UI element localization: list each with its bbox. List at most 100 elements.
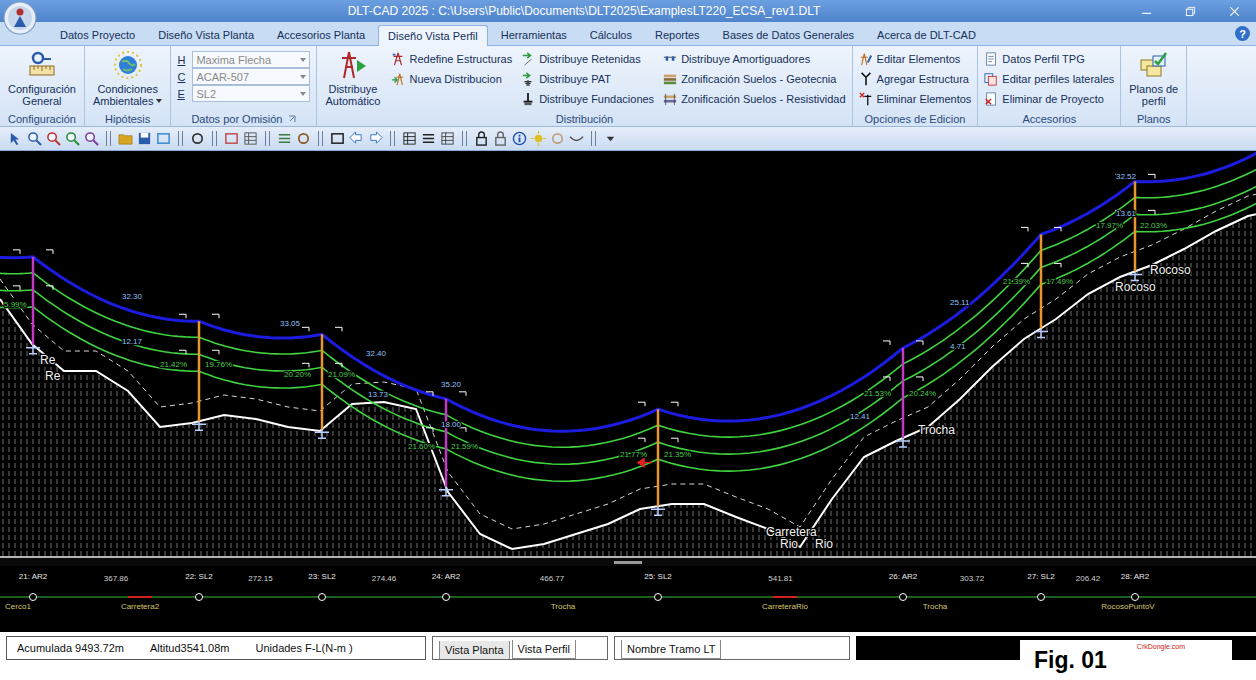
ribbon-button[interactable]: Distribuye Retenidas bbox=[521, 49, 654, 69]
arrow-right-icon[interactable] bbox=[368, 131, 383, 146]
ribbon-button[interactable]: Distribuye Fundaciones bbox=[521, 89, 654, 109]
zoom-previous-icon[interactable] bbox=[84, 131, 99, 146]
tower[interactable] bbox=[302, 327, 342, 438]
ribbon-tab[interactable]: Reportes bbox=[645, 24, 710, 45]
close-button[interactable] bbox=[1212, 0, 1256, 22]
pointer-icon[interactable] bbox=[8, 131, 23, 146]
curve-icon[interactable] bbox=[569, 131, 584, 146]
ribbon-button[interactable]: Nueva Distribucion bbox=[391, 69, 512, 89]
ribbon-tab[interactable]: Acerca de DLT-CAD bbox=[867, 24, 986, 45]
restore-button[interactable] bbox=[1168, 0, 1212, 22]
ribbon-button[interactable]: Redefine Estructuras bbox=[391, 49, 512, 69]
profile-label: Re bbox=[40, 353, 56, 367]
condiciones-ambientales-button[interactable]: CondicionesAmbientales bbox=[91, 49, 165, 108]
more-icon[interactable] bbox=[603, 131, 618, 146]
arrow-left-icon[interactable] bbox=[349, 131, 364, 146]
view-tab[interactable]: Vista Planta bbox=[439, 641, 510, 659]
ribbon-button[interactable]: Distribuye Amortiguadores bbox=[663, 49, 845, 69]
stamp-icon[interactable] bbox=[224, 131, 239, 146]
ribbon-button[interactable]: Agregar Estructura bbox=[859, 69, 969, 89]
zoom-window-icon[interactable] bbox=[27, 131, 42, 146]
planos-de-perfil-button[interactable]: Planos deperfil bbox=[1127, 49, 1180, 108]
edit-tower-icon bbox=[859, 52, 873, 66]
square-icon[interactable] bbox=[330, 131, 345, 146]
structure-label[interactable]: 22: SL2 bbox=[185, 572, 213, 581]
combo-box[interactable]: SL2 bbox=[192, 85, 310, 102]
structure-node[interactable] bbox=[900, 594, 907, 601]
structure-label[interactable]: 25: SL2 bbox=[644, 572, 672, 581]
ribbon-button[interactable]: Editar Elementos bbox=[859, 49, 961, 69]
conductor[interactable] bbox=[0, 176, 1256, 481]
scan-icon[interactable] bbox=[243, 131, 258, 146]
zoom-extents-icon[interactable] bbox=[65, 131, 80, 146]
ribbon-tab[interactable]: Herramientas bbox=[491, 24, 577, 45]
help-button[interactable]: ? bbox=[1235, 26, 1250, 41]
structure-label[interactable]: 24: AR2 bbox=[432, 572, 461, 581]
structure-node[interactable] bbox=[1038, 594, 1045, 601]
section-tab[interactable]: Nombre Tramo LT bbox=[621, 640, 721, 659]
settings-icon[interactable] bbox=[296, 131, 311, 146]
restore-icon bbox=[1185, 6, 1196, 17]
application-menu-button[interactable] bbox=[3, 1, 37, 35]
ribbon-tab[interactable]: Datos Proyecto bbox=[50, 24, 145, 45]
shield-wire[interactable] bbox=[0, 151, 1256, 431]
layers-icon[interactable] bbox=[156, 131, 171, 146]
ribbon-button[interactable]: Zonificación Suelos - Geotecnia bbox=[663, 69, 845, 89]
combo-box[interactable]: Maxima Flecha bbox=[192, 51, 310, 68]
rows-icon[interactable] bbox=[440, 131, 455, 146]
refresh-icon[interactable] bbox=[190, 131, 205, 146]
structure-node[interactable] bbox=[196, 594, 203, 601]
ribbon-tab[interactable]: Accesorios Planta bbox=[267, 24, 375, 45]
light-icon[interactable] bbox=[531, 131, 546, 146]
configuracion-general-button[interactable]: ConfiguraciónGeneral bbox=[6, 49, 78, 108]
dropdown-arrow-icon bbox=[300, 92, 306, 96]
minimize-button[interactable] bbox=[1124, 0, 1168, 22]
distribuye-automatico-button[interactable]: DistribuyeAutomático bbox=[323, 49, 382, 108]
tools-icon[interactable] bbox=[277, 131, 292, 146]
ribbon-tab[interactable]: Diseño Vista Perfil bbox=[378, 25, 488, 46]
structure-label[interactable]: 21: AR2 bbox=[19, 572, 48, 581]
ribbon-button[interactable]: Eliminar Elementos bbox=[859, 89, 972, 109]
structure-label[interactable]: 23: SL2 bbox=[308, 572, 336, 581]
columns-icon[interactable] bbox=[421, 131, 436, 146]
hand-icon[interactable] bbox=[550, 131, 565, 146]
splitter[interactable] bbox=[0, 556, 1256, 566]
table-icon[interactable] bbox=[402, 131, 417, 146]
profile-view[interactable]: 5.99%32.3012.1721.42%19.76%33.0520.20%21… bbox=[0, 151, 1256, 556]
structure-node[interactable] bbox=[1132, 594, 1139, 601]
view-tab[interactable]: Vista Perfil bbox=[512, 640, 576, 659]
combo-box[interactable]: ACAR-507 bbox=[192, 68, 310, 85]
conductor[interactable] bbox=[0, 159, 1256, 464]
ribbon-button[interactable]: Zonificación Suelos - Resistividad bbox=[663, 89, 845, 109]
info-icon[interactable] bbox=[512, 131, 527, 146]
dialog-launcher-icon[interactable] bbox=[288, 115, 296, 123]
lock-icon[interactable] bbox=[474, 131, 489, 146]
conductor[interactable] bbox=[0, 151, 1256, 447]
structure-node[interactable] bbox=[30, 594, 37, 601]
profile-label: 25.11 bbox=[950, 298, 970, 307]
ribbon-tab[interactable]: Cálculos bbox=[580, 24, 642, 45]
structure-label[interactable]: 26: AR2 bbox=[889, 572, 918, 581]
tower[interactable] bbox=[179, 314, 219, 430]
structure-node[interactable] bbox=[319, 594, 326, 601]
minimize-icon bbox=[1141, 6, 1152, 17]
ribbon-button[interactable]: Eliminar de Proyecto bbox=[984, 89, 1104, 109]
open-folder-icon[interactable] bbox=[118, 131, 133, 146]
ribbon-tab[interactable]: Diseño Vista Planta bbox=[148, 24, 264, 45]
profile-drawing[interactable]: 5.99%32.3012.1721.42%19.76%33.0520.20%21… bbox=[0, 151, 1256, 556]
ribbon-tab[interactable]: Bases de Datos Generales bbox=[713, 24, 864, 45]
profile-label: 19.76% bbox=[205, 360, 232, 369]
structure-label[interactable]: 27: SL2 bbox=[1027, 572, 1055, 581]
profile-label: 18.00 bbox=[441, 420, 462, 429]
road-crossing bbox=[128, 596, 152, 598]
view-tabs: Vista PlantaVista Perfil bbox=[432, 636, 608, 660]
structure-node[interactable] bbox=[443, 594, 450, 601]
ribbon-button[interactable]: Distribuye PAT bbox=[521, 69, 654, 89]
unlock-icon[interactable] bbox=[493, 131, 508, 146]
zoom-in-icon[interactable] bbox=[46, 131, 61, 146]
save-icon[interactable] bbox=[137, 131, 152, 146]
structure-node[interactable] bbox=[655, 594, 662, 601]
ribbon-button[interactable]: Editar perfiles laterales bbox=[984, 69, 1114, 89]
ribbon-button[interactable]: Datos Perfil TPG bbox=[984, 49, 1084, 69]
structure-label[interactable]: 28: AR2 bbox=[1121, 572, 1150, 581]
